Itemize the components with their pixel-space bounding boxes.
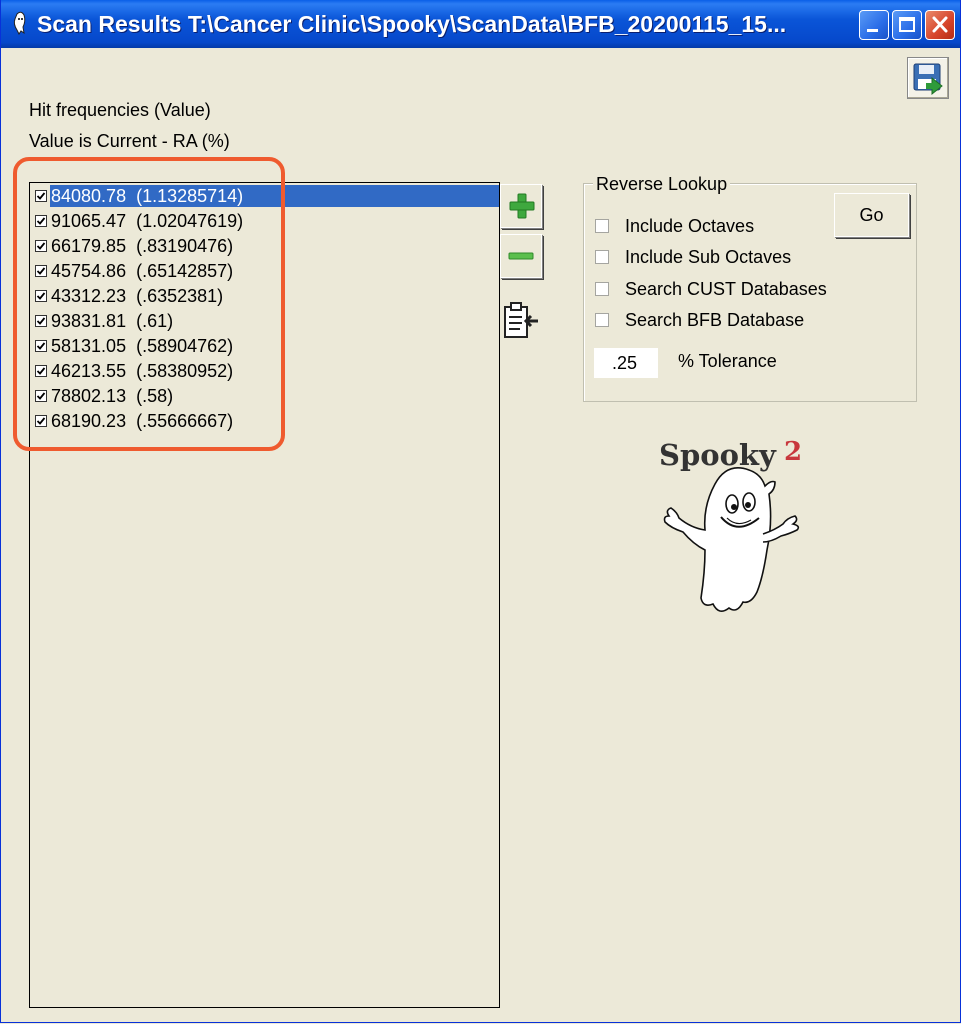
results-highlight-box <box>13 157 285 451</box>
include-octaves-checkbox[interactable] <box>595 219 609 233</box>
include-sub-octaves-checkbox[interactable] <box>595 250 609 264</box>
search-cust-databases-checkbox[interactable] <box>595 282 609 296</box>
include-sub-octaves-label: Include Sub Octaves <box>625 247 792 267</box>
plus-icon <box>509 193 535 219</box>
remove-frequency-button[interactable] <box>500 234 542 278</box>
add-frequency-button[interactable] <box>500 184 542 228</box>
value-description-label: Value is Current - RA (%) <box>29 131 230 151</box>
close-button[interactable] <box>925 10 955 40</box>
app-ghost-icon <box>13 11 26 35</box>
hit-frequencies-label: Hit frequencies (Value) <box>29 100 211 120</box>
reverse-lookup-title: Reverse Lookup <box>593 174 731 195</box>
search-bfb-database-checkbox[interactable] <box>595 313 609 327</box>
maximize-button[interactable] <box>892 10 922 40</box>
svg-text:Spooky: Spooky <box>659 438 777 472</box>
maximize-icon <box>899 17 915 32</box>
tolerance-input[interactable]: .25 <box>594 348 658 378</box>
spooky2-logo: Spooky 2 <box>653 432 813 622</box>
svg-text:2: 2 <box>784 437 802 467</box>
search-bfb-database-label: Search BFB Database <box>625 310 805 330</box>
title-bar[interactable]: Scan Results T:\Cancer Clinic\Spooky\Sca… <box>1 0 960 48</box>
save-disk-icon <box>913 63 943 96</box>
minimize-button[interactable] <box>859 10 889 40</box>
close-icon <box>932 16 948 33</box>
include-octaves-label: Include Octaves <box>625 216 755 236</box>
save-button[interactable] <box>907 57 949 99</box>
minimize-icon <box>867 29 878 32</box>
minus-icon <box>508 252 534 260</box>
paste-button[interactable] <box>500 299 542 343</box>
search-cust-databases-label: Search CUST Databases <box>625 279 827 299</box>
tolerance-label: % Tolerance <box>678 351 777 371</box>
clipboard-paste-icon <box>504 302 538 338</box>
scan-results-window: Scan Results T:\Cancer Clinic\Spooky\Sca… <box>0 0 961 1023</box>
spooky-ghost-logo-icon: Spooky 2 <box>659 437 802 612</box>
window-title: Scan Results T:\Cancer Clinic\Spooky\Sca… <box>37 11 787 37</box>
go-button[interactable]: Go <box>834 193 909 237</box>
